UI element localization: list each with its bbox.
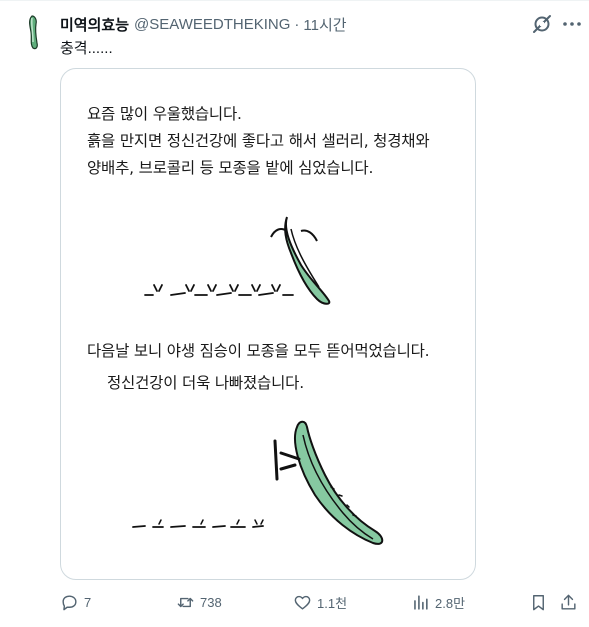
action-bar: 7 738 1.1천 2.8만 xyxy=(60,590,580,614)
share-button[interactable] xyxy=(559,590,583,614)
bookmark-button[interactable] xyxy=(529,590,553,614)
author-handle[interactable]: @SEAWEEDTHEKING xyxy=(134,16,290,33)
retweet-count: 738 xyxy=(200,594,222,610)
more-icon[interactable] xyxy=(561,13,583,35)
views-button[interactable]: 2.8만 xyxy=(411,590,465,614)
avatar-seaweed-icon xyxy=(29,15,38,50)
timestamp[interactable]: 11시간 xyxy=(303,14,346,35)
like-count: 1.1천 xyxy=(317,595,348,611)
retweet-icon xyxy=(177,597,194,607)
grok-icon[interactable] xyxy=(531,13,553,35)
like-button[interactable]: 1.1천 xyxy=(293,590,347,614)
reply-count: 7 xyxy=(84,594,92,610)
retweet-button[interactable]: 738 xyxy=(176,590,222,614)
top-divider xyxy=(0,0,589,1)
separator-dot: · xyxy=(294,15,300,33)
share-icon xyxy=(561,594,576,610)
seaweed-illustration xyxy=(132,216,384,545)
avatar[interactable] xyxy=(14,12,54,52)
media-image[interactable]: 요즘 많이 우울했습니다. 흙을 만지면 정신건강에 좋다고 해서 샐러리, 청… xyxy=(60,68,476,580)
tweet-text: 충격...... xyxy=(60,40,113,57)
author-name[interactable]: 미역의효능 xyxy=(60,14,129,35)
seaweed-drawing-1 xyxy=(144,216,331,305)
views-icon xyxy=(414,594,428,610)
bookmark-icon xyxy=(533,594,544,610)
tweet-header: 미역의효능 @SEAWEEDTHEKING · 11시간 xyxy=(60,14,347,34)
reply-icon xyxy=(62,594,77,610)
like-icon xyxy=(294,595,311,610)
seaweed-drawing-2 xyxy=(132,420,384,545)
views-count: 2.8만 xyxy=(435,595,466,611)
reply-button[interactable]: 7 xyxy=(60,590,91,614)
